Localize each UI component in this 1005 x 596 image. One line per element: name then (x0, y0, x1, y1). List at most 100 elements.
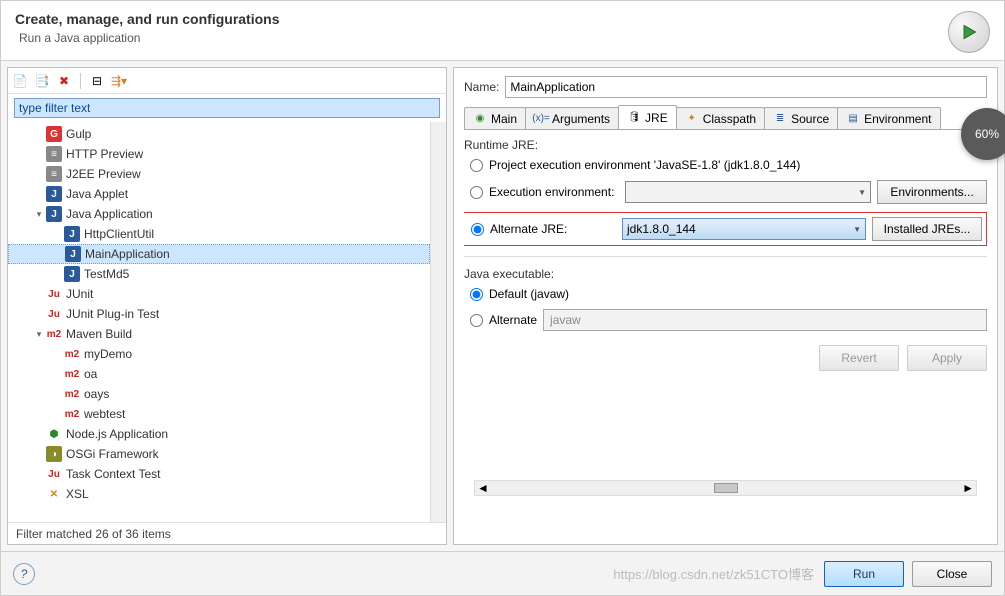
tree-node-mydemo[interactable]: m2myDemo (8, 344, 430, 364)
tree-node-mainapplication[interactable]: JMainApplication (8, 244, 430, 264)
name-input[interactable] (505, 76, 987, 98)
node-type-icon: J (46, 206, 62, 222)
tree-node-osgi-framework[interactable]: ◑OSGi Framework (8, 444, 430, 464)
tree-node-maven-build[interactable]: ▾m2Maven Build (8, 324, 430, 344)
expand-icon (50, 267, 64, 281)
config-tree[interactable]: GGulp ≡ HTTP Preview ≡J2EE PreviewJJava App… (8, 122, 430, 522)
tree-node-httpclientutil[interactable]: JHttpClientUtil (8, 224, 430, 244)
scroll-thumb[interactable] (714, 483, 738, 493)
alternate-jre-highlight: Alternate JRE: jdk1.8.0_144▼ Installed J… (464, 212, 987, 246)
tab-strip: ◉Main (x)=Arguments 🛢JRE ✦Classpath ≣Sou… (464, 104, 987, 130)
node-label: XSL (66, 487, 89, 501)
node-type-icon: m2 (46, 326, 62, 342)
tab-jre[interactable]: 🛢JRE (618, 105, 677, 129)
radio-exec-env[interactable]: Execution environment: ▼ Environments... (464, 180, 987, 204)
exec-env-combo: ▼ (625, 181, 871, 203)
tab-source[interactable]: ≣Source (764, 107, 838, 129)
tree-node-oa[interactable]: m2oa (8, 364, 430, 384)
tab-main[interactable]: ◉Main (464, 107, 526, 129)
runtime-jre-label: Runtime JRE: (464, 138, 987, 152)
tree-node-xsl[interactable]: ✕XSL (8, 484, 430, 504)
radio-alt-exec[interactable]: Alternate (464, 309, 987, 331)
java-exec-label: Java executable: (464, 267, 987, 281)
overlay-badge: 60% (961, 108, 1005, 160)
close-button[interactable]: Close (912, 561, 992, 587)
apply-button[interactable]: Apply (907, 345, 987, 371)
radio-alt-exec-input[interactable] (470, 314, 483, 327)
node-label: OSGi Framework (66, 447, 159, 461)
node-type-icon: G (46, 126, 62, 142)
run-configurations-dialog: Create, manage, and run configurations R… (0, 0, 1005, 596)
watermark-text: https://blog.csdn.net/zk51CTO博客 (613, 564, 814, 583)
node-type-icon: m2 (64, 366, 80, 382)
expand-icon (51, 247, 65, 261)
tree-node-node-js-application[interactable]: ⬢Node.js Application (8, 424, 430, 444)
expand-icon (32, 147, 46, 161)
radio-exec-env-input[interactable] (470, 186, 483, 199)
tab-classpath[interactable]: ✦Classpath (676, 107, 765, 129)
node-label: HTTP Preview (66, 147, 143, 161)
tree-node-java-application[interactable]: ▾JJava Application (8, 204, 430, 224)
radio-alt-jre[interactable]: Alternate JRE: jdk1.8.0_144▼ Installed J… (465, 217, 982, 241)
environments-button[interactable]: Environments... (877, 180, 987, 204)
tree-node-http-preview[interactable]: ≡ HTTP Preview (8, 144, 430, 164)
tree-node-j2ee-preview[interactable]: ≡J2EE Preview (8, 164, 430, 184)
expand-icon[interactable]: ▾ (32, 327, 46, 341)
node-type-icon: ≡ (46, 166, 62, 182)
tree-node-junit[interactable]: JuJUnit (8, 284, 430, 304)
help-icon[interactable]: ? (13, 563, 35, 585)
node-type-icon: ≡ (46, 146, 62, 162)
delete-config-icon[interactable]: ✖ (56, 73, 72, 89)
run-button[interactable]: Run (824, 561, 904, 587)
configurations-panel: 📄 📑 ✖ ⊟ ⇶▾ GGulp ≡ HTTP Preview ≡J2EE Previ… (7, 67, 447, 545)
node-label: Task Context Test (66, 467, 161, 481)
expand-icon[interactable]: ▾ (32, 207, 46, 221)
expand-icon (50, 367, 64, 381)
divider (464, 256, 987, 257)
node-type-icon: m2 (64, 346, 80, 362)
radio-default-exec-input[interactable] (470, 288, 483, 301)
scroll-left-icon[interactable]: ◄ (477, 481, 489, 495)
header-text: Create, manage, and run configurations R… (15, 11, 280, 45)
node-type-icon: J (65, 246, 81, 262)
tree-node-task-context-test[interactable]: JuTask Context Test (8, 464, 430, 484)
dialog-footer: ? https://blog.csdn.net/zk51CTO博客 Run Cl… (1, 551, 1004, 595)
revert-button[interactable]: Revert (819, 345, 899, 371)
collapse-all-icon[interactable]: ⊟ (89, 73, 105, 89)
name-label: Name: (464, 80, 499, 94)
tree-node-junit-plug-in-test[interactable]: JuJUnit Plug-in Test (8, 304, 430, 324)
tree-node-oays[interactable]: m2oays (8, 384, 430, 404)
filter-icon[interactable]: ⇶▾ (111, 73, 127, 89)
installed-jres-button[interactable]: Installed JREs... (872, 217, 982, 241)
tree-node-webtest[interactable]: m2webtest (8, 404, 430, 424)
radio-project-env-input[interactable] (470, 159, 483, 172)
duplicate-config-icon[interactable]: 📑 (34, 73, 50, 89)
expand-icon (32, 427, 46, 441)
expand-icon (32, 467, 46, 481)
radio-default-exec[interactable]: Default (javaw) (464, 287, 987, 301)
tab-environment[interactable]: ▤Environment (837, 107, 940, 129)
alt-jre-combo[interactable]: jdk1.8.0_144▼ (622, 218, 866, 240)
node-type-icon: Ju (46, 286, 62, 302)
node-label: HttpClientUtil (84, 227, 154, 241)
expand-icon (32, 307, 46, 321)
toolbar-separator (80, 73, 81, 89)
new-config-icon[interactable]: 📄 (12, 73, 28, 89)
tree-node-gulp[interactable]: GGulp (8, 124, 430, 144)
node-label: Node.js Application (66, 427, 168, 441)
node-type-icon: m2 (64, 386, 80, 402)
radio-project-env[interactable]: Project execution environment 'JavaSE-1.… (464, 158, 987, 172)
tree-node-java-applet[interactable]: JJava Applet (8, 184, 430, 204)
radio-alt-jre-input[interactable] (471, 223, 484, 236)
expand-icon (32, 487, 46, 501)
tab-arguments[interactable]: (x)=Arguments (525, 107, 619, 129)
horizontal-scrollbar[interactable]: ◄ ► (474, 480, 977, 496)
tree-node-testmd5[interactable]: JTestMd5 (8, 264, 430, 284)
tree-scrollbar[interactable] (430, 122, 446, 522)
dialog-title: Create, manage, and run configurations (15, 11, 280, 27)
run-icon (948, 11, 990, 53)
scroll-right-icon[interactable]: ► (962, 481, 974, 495)
node-type-icon: J (46, 186, 62, 202)
jre-icon: 🛢 (627, 112, 641, 124)
filter-input[interactable] (14, 98, 440, 118)
